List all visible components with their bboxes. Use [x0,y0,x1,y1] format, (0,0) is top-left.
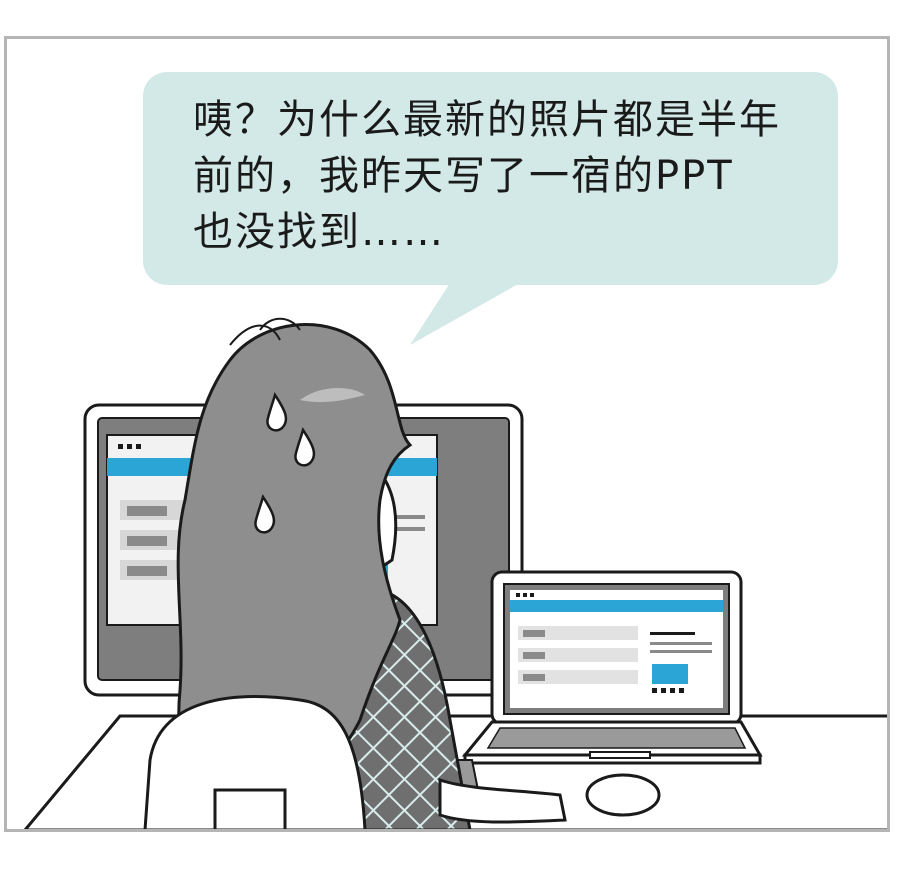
speech-bubble-tail [410,283,520,345]
speech-line-3: 也没找到…… [193,209,445,255]
laptop [461,570,763,765]
mouse [585,773,661,817]
speech-line-1: 咦？为什么最新的照片都是半年 [193,97,781,143]
speech-line-2: 前的，我昨天写了一宿的PPT [193,153,734,199]
speech-bubble-text: 咦？为什么最新的照片都是半年 前的，我昨天写了一宿的PPT 也没找到…… [193,92,833,260]
